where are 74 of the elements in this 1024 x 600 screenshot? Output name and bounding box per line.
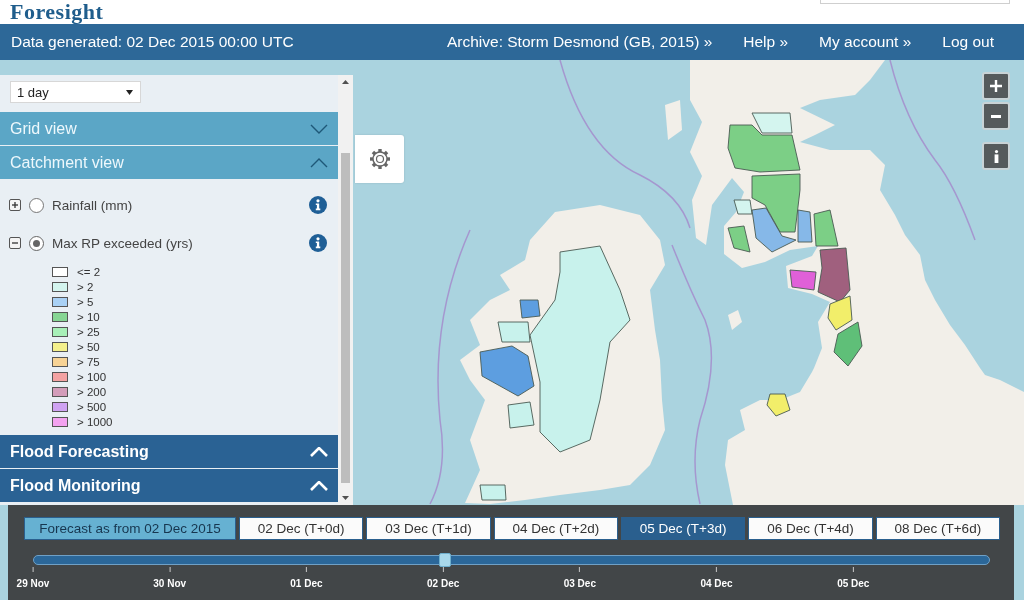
down-arrow-icon[interactable] xyxy=(342,496,349,500)
legend-label: > 200 xyxy=(77,385,107,398)
catchment-area[interactable] xyxy=(479,345,535,397)
tick-label: 01 Dec xyxy=(290,578,323,589)
catchment-area[interactable] xyxy=(766,393,791,417)
day-tab[interactable]: 06 Dec (T+4d) xyxy=(748,517,873,540)
legend-label: > 100 xyxy=(77,370,107,383)
section-header[interactable]: Flood Monitoring xyxy=(0,469,338,502)
scrollbar-thumb[interactable] xyxy=(341,152,350,483)
slider-thumb[interactable] xyxy=(438,553,451,567)
zoom-out-button[interactable] xyxy=(982,102,1010,130)
legend-label: > 75 xyxy=(77,355,100,368)
nav-link[interactable]: My account » xyxy=(819,33,912,51)
info-icon xyxy=(993,149,999,163)
info-button[interactable] xyxy=(982,142,1010,170)
caret-icon xyxy=(126,89,133,95)
legend-label: > 1000 xyxy=(77,415,113,428)
info-icon[interactable] xyxy=(309,196,327,214)
tick-label: 03 Dec xyxy=(563,578,596,589)
day-tab[interactable]: 04 Dec (T+2d) xyxy=(493,517,618,540)
day-tab[interactable]: 08 Dec (T+6d) xyxy=(875,517,1000,540)
catchment-area[interactable] xyxy=(817,247,851,303)
radio-button[interactable] xyxy=(29,235,44,251)
scrollbar[interactable] xyxy=(338,75,353,505)
day-tab[interactable]: 05 Dec (T+3d) xyxy=(621,517,746,540)
expand-icon[interactable] xyxy=(9,199,21,211)
catchment-area[interactable] xyxy=(827,295,853,331)
catchment-area[interactable] xyxy=(751,173,801,233)
legend-label: > 10 xyxy=(77,310,100,323)
catchment-area[interactable] xyxy=(833,321,863,367)
radio-button[interactable] xyxy=(29,197,44,213)
nav-link[interactable]: Log out xyxy=(942,33,994,51)
catchment-area[interactable] xyxy=(507,401,535,429)
tick-label: 02 Dec xyxy=(427,578,460,589)
day-tab[interactable]: 03 Dec (T+1d) xyxy=(366,517,491,540)
timeline-slider-track[interactable] xyxy=(33,555,990,565)
minus-icon xyxy=(991,114,1001,118)
legend-label: > 50 xyxy=(77,340,100,353)
info-icon[interactable] xyxy=(309,234,327,252)
catchment-area[interactable] xyxy=(519,299,541,319)
layer-label: Max RP exceeded (yrs) xyxy=(52,235,194,251)
layer-label: Rainfall (mm) xyxy=(52,197,134,213)
catchment-area[interactable] xyxy=(727,124,801,173)
collapse-icon[interactable] xyxy=(9,237,21,249)
up-arrow-icon[interactable] xyxy=(342,80,349,84)
legend-label: > 25 xyxy=(77,325,100,338)
forecast-date-label: Forecast as from 02 Dec 2015 xyxy=(24,517,236,540)
tick-label: 29 Nov xyxy=(16,578,50,589)
island xyxy=(665,100,682,140)
legend-label: > 2 xyxy=(77,280,94,293)
zoom-in-button[interactable] xyxy=(982,72,1010,100)
logo-text: Foresight xyxy=(10,0,104,24)
catchment-area[interactable] xyxy=(529,245,631,453)
legend-label: <= 2 xyxy=(77,265,101,278)
legend-label: > 500 xyxy=(77,400,107,413)
plus-icon xyxy=(990,80,1002,92)
period-dropdown[interactable]: 1 day xyxy=(10,81,141,103)
catchment-area[interactable] xyxy=(497,321,531,343)
island xyxy=(728,310,742,330)
catchment-area[interactable] xyxy=(479,484,507,501)
nav-link[interactable]: Archive: Storm Desmond (GB, 2015) » xyxy=(446,33,713,51)
catchment-area[interactable] xyxy=(733,199,753,215)
input-field[interactable] xyxy=(820,0,1010,4)
tick-label: 04 Dec xyxy=(700,578,733,589)
catchment-area[interactable] xyxy=(813,209,839,247)
catchment-area[interactable] xyxy=(789,269,817,291)
day-tab[interactable]: 02 Dec (T+0d) xyxy=(239,517,364,540)
settings-button[interactable] xyxy=(355,135,404,183)
legend-label: > 5 xyxy=(77,295,94,308)
tick-label: 30 Nov xyxy=(153,578,187,589)
section-header[interactable]: Flood Forecasting xyxy=(0,435,338,468)
tick-label: 05 Dec xyxy=(837,578,870,589)
data-generated-text: Data generated: 02 Dec 2015 00:00 UTC xyxy=(11,33,294,51)
nav-link[interactable]: Help » xyxy=(743,33,789,51)
